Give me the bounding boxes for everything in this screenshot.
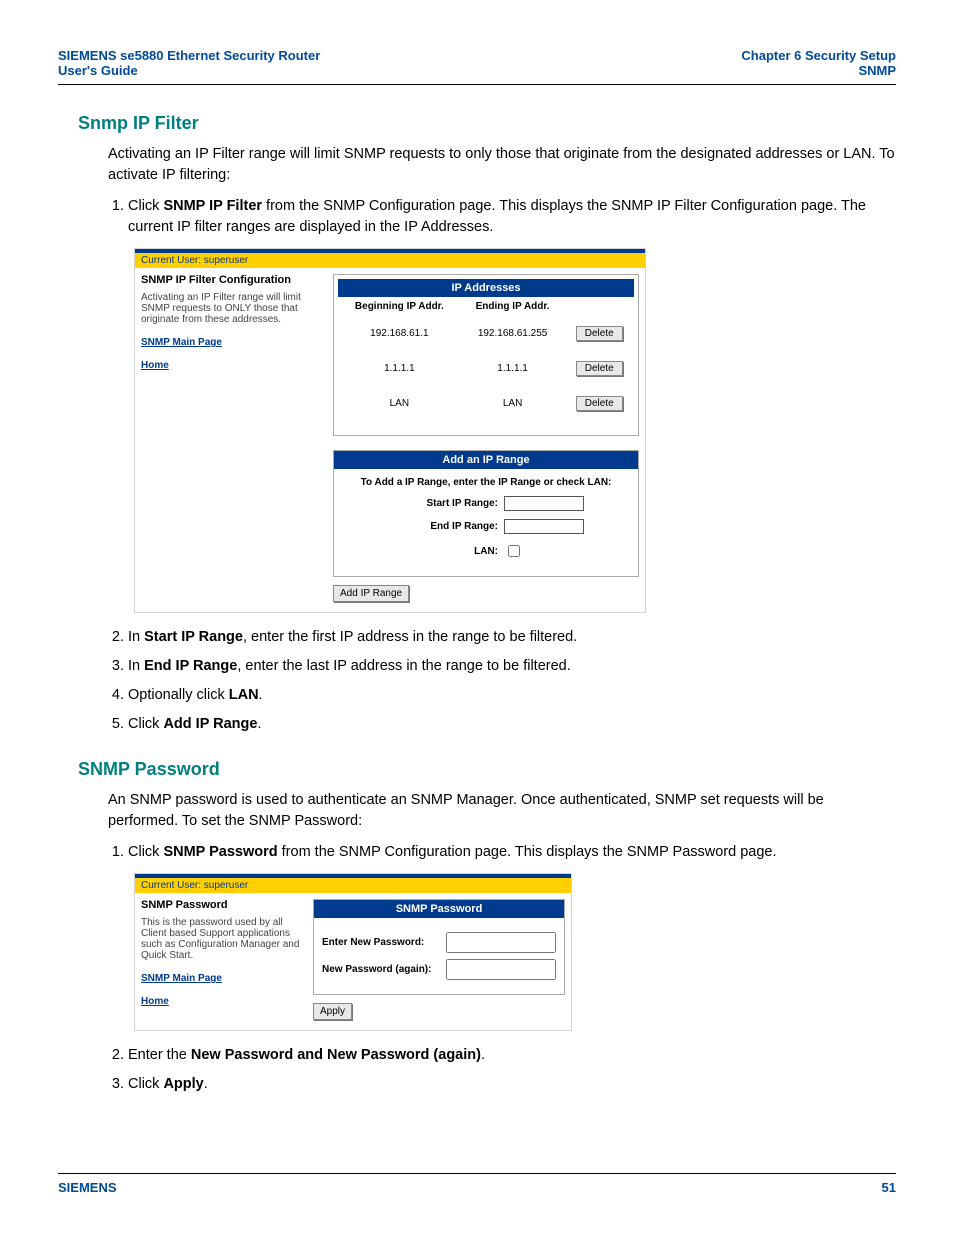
current-user-bar: Current User: superuser — [135, 253, 645, 268]
table-row: 1.1.1.1 1.1.1.1 Delete — [338, 351, 634, 386]
new-password-input[interactable] — [446, 932, 556, 953]
col-end: Ending IP Addr. — [461, 297, 565, 316]
footer-brand: SIEMENS — [58, 1180, 117, 1195]
password-intro: An SNMP password is used to authenticate… — [108, 790, 896, 832]
home-link[interactable]: Home — [141, 360, 321, 371]
section-heading-ipfilter: Snmp IP Filter — [78, 113, 896, 134]
ipfilter-step-2: In Start IP Range, enter the first IP ad… — [128, 627, 896, 648]
password-step-1: Click SNMP Password from the SNMP Config… — [128, 842, 896, 863]
current-user-bar: Current User: superuser — [135, 878, 571, 893]
add-range-header: Add an IP Range — [334, 451, 638, 469]
col-begin: Beginning IP Addr. — [338, 297, 461, 316]
ss-desc: This is the password used by all Client … — [141, 917, 301, 961]
header-title: SIEMENS se5880 Ethernet Security Router — [58, 48, 320, 63]
ip-addresses-header: IP Addresses — [338, 279, 634, 297]
ipfilter-step-5: Click Add IP Range. — [128, 714, 896, 735]
header-subtitle: User's Guide — [58, 63, 320, 78]
new-password-again-input[interactable] — [446, 959, 556, 980]
add-ip-range-button[interactable]: Add IP Range — [333, 585, 409, 602]
snmp-main-link[interactable]: SNMP Main Page — [141, 337, 321, 348]
ss-desc: Activating an IP Filter range will limit… — [141, 292, 321, 325]
ipfilter-step-4: Optionally click LAN. — [128, 685, 896, 706]
ipfilter-step-1: Click SNMP IP Filter from the SNMP Confi… — [128, 196, 896, 238]
table-row: LAN LAN Delete — [338, 386, 634, 421]
delete-button[interactable]: Delete — [576, 396, 623, 411]
section-heading-password: SNMP Password — [78, 759, 896, 780]
screenshot-password: Current User: superuser SNMP Password Th… — [134, 873, 572, 1031]
header-chapter: Chapter 6 Security Setup — [741, 48, 896, 63]
delete-button[interactable]: Delete — [576, 361, 623, 376]
snmp-main-link[interactable]: SNMP Main Page — [141, 973, 301, 984]
new-password-label: Enter New Password: — [322, 937, 442, 948]
ss-title: SNMP Password — [141, 899, 301, 911]
apply-button[interactable]: Apply — [313, 1003, 352, 1020]
home-link[interactable]: Home — [141, 996, 301, 1007]
new-password-again-label: New Password (again): — [322, 964, 442, 975]
add-range-desc: To Add a IP Range, enter the IP Range or… — [342, 477, 630, 488]
password-step-2: Enter the New Password and New Password … — [128, 1045, 896, 1066]
screenshot-ipfilter: Current User: superuser SNMP IP Filter C… — [134, 248, 646, 613]
end-ip-label: End IP Range: — [388, 521, 498, 532]
page-footer: SIEMENS 51 — [58, 1173, 896, 1195]
ipfilter-step-3: In End IP Range, enter the last IP addre… — [128, 656, 896, 677]
ipfilter-intro: Activating an IP Filter range will limit… — [108, 144, 896, 186]
lan-label: LAN: — [388, 546, 498, 557]
password-step-3: Click Apply. — [128, 1074, 896, 1095]
end-ip-input[interactable] — [504, 519, 584, 534]
table-row: 192.168.61.1 192.168.61.255 Delete — [338, 316, 634, 351]
password-header: SNMP Password — [314, 900, 564, 918]
page-header: SIEMENS se5880 Ethernet Security Router … — [58, 48, 896, 85]
start-ip-input[interactable] — [504, 496, 584, 511]
delete-button[interactable]: Delete — [576, 326, 623, 341]
footer-page: 51 — [882, 1180, 896, 1195]
lan-checkbox[interactable] — [508, 545, 520, 557]
header-section: SNMP — [741, 63, 896, 78]
start-ip-label: Start IP Range: — [388, 498, 498, 509]
ss-title: SNMP IP Filter Configuration — [141, 274, 321, 286]
